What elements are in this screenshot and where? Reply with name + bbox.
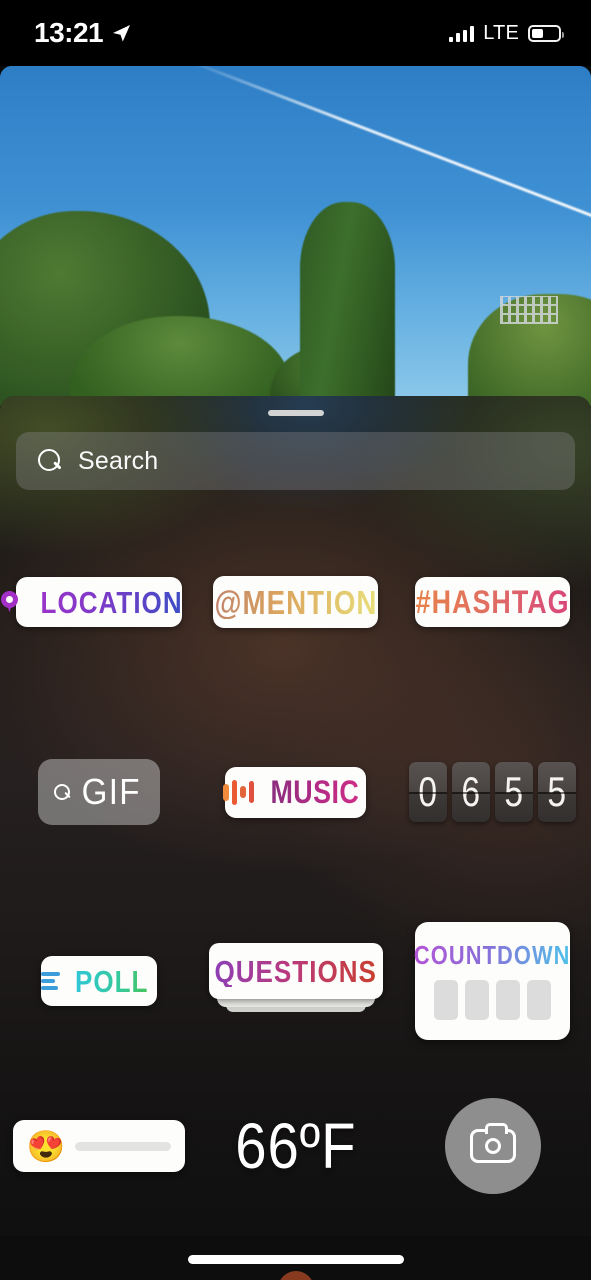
sticker-label: LOCATION — [40, 584, 183, 620]
digit-value: 6 — [461, 768, 481, 815]
cell: GIF — [0, 759, 197, 825]
heart-eyes-emoji-icon: 😍 — [26, 1128, 66, 1164]
cell: POLL — [0, 956, 197, 1006]
search-icon — [38, 449, 62, 473]
sticker-temperature[interactable]: 66ºF — [235, 1114, 356, 1178]
digit-value: 0 — [418, 768, 438, 815]
peek-element — [277, 1271, 314, 1280]
sticker-row-interactive: POLL QUESTIONS COUNTDOWN — [0, 916, 591, 1046]
sticker-emoji-slider[interactable]: 😍 — [12, 1120, 185, 1172]
cell: 66ºF — [197, 1114, 394, 1178]
cell: QUESTIONS — [197, 943, 394, 1019]
sticker-tray: Search LOCATION @MENTION #HASHTAG GIF MU… — [0, 396, 591, 1236]
slider-track[interactable] — [75, 1141, 171, 1151]
drag-handle[interactable] — [267, 410, 324, 416]
search-icon — [53, 783, 71, 801]
cell: LOCATION — [0, 577, 197, 627]
sticker-row-tags: LOCATION @MENTION #HASHTAG — [0, 571, 591, 633]
sticker-gif[interactable]: GIF — [37, 759, 160, 825]
story-background-photo — [0, 66, 591, 406]
sticker-questions[interactable]: QUESTIONS — [208, 943, 383, 1019]
sticker-label: GIF — [81, 771, 141, 812]
cellular-signal-icon — [448, 25, 475, 42]
time-digit: 0 — [409, 762, 447, 822]
sticker-location[interactable]: LOCATION — [0, 577, 183, 627]
status-bar-clock: 13:21 — [34, 17, 104, 48]
bar-chart-icon — [41, 972, 61, 990]
sticker-label: QUESTIONS — [214, 953, 377, 989]
instagram-story-sticker-screen: 13:21 LTE Search LOCATION @MENTION #HASH… — [0, 0, 591, 1280]
equalizer-icon — [223, 779, 255, 805]
cell: @MENTION — [197, 576, 394, 628]
cell: 😍 — [0, 1120, 197, 1172]
countdown-slots — [434, 980, 551, 1020]
pylon — [500, 296, 558, 324]
cell — [394, 1098, 591, 1194]
sticker-label: POLL — [75, 963, 149, 999]
status-bar-left: 13:21 — [34, 17, 132, 49]
sticker-poll[interactable]: POLL — [40, 956, 157, 1006]
search-placeholder: Search — [78, 446, 159, 475]
tree-cypress — [300, 202, 395, 406]
cell: 0 6 5 5 — [394, 762, 591, 822]
sticker-time[interactable]: 0 6 5 5 — [409, 762, 576, 822]
sticker-label: MUSIC — [270, 774, 360, 810]
digit-value: 5 — [547, 768, 567, 815]
sticker-label: @MENTION — [214, 583, 377, 621]
sticker-row-misc: 😍 66ºF — [0, 1096, 591, 1196]
cell: COUNTDOWN — [394, 922, 591, 1040]
digit-value: 5 — [504, 768, 524, 815]
sticker-label: COUNTDOWN — [414, 940, 571, 970]
questions-card: QUESTIONS — [208, 943, 383, 999]
time-digit: 5 — [538, 762, 576, 822]
search-input[interactable]: Search — [16, 432, 575, 490]
network-label: LTE — [483, 21, 519, 44]
sticker-label: #HASHTAG — [415, 584, 570, 620]
time-digit: 5 — [495, 762, 533, 822]
status-bar-right: LTE — [448, 21, 564, 45]
sticker-row-media: GIF MUSIC 0 6 5 5 — [0, 751, 591, 833]
camera-button[interactable] — [444, 1098, 541, 1194]
camera-icon — [469, 1123, 516, 1163]
cell: #HASHTAG — [394, 577, 591, 627]
bottom-bar — [0, 1236, 591, 1280]
sticker-mention[interactable]: @MENTION — [213, 576, 378, 628]
sticker-hashtag[interactable]: #HASHTAG — [415, 577, 570, 627]
sticker-music[interactable]: MUSIC — [223, 766, 366, 818]
battery-icon — [528, 24, 564, 42]
time-digit: 6 — [452, 762, 490, 822]
map-pin-icon — [0, 590, 18, 614]
cell: MUSIC — [197, 766, 394, 818]
status-bar: 13:21 LTE — [0, 0, 591, 66]
home-indicator[interactable] — [187, 1255, 404, 1264]
sticker-countdown[interactable]: COUNTDOWN — [414, 922, 571, 1040]
location-arrow-icon — [113, 25, 131, 42]
